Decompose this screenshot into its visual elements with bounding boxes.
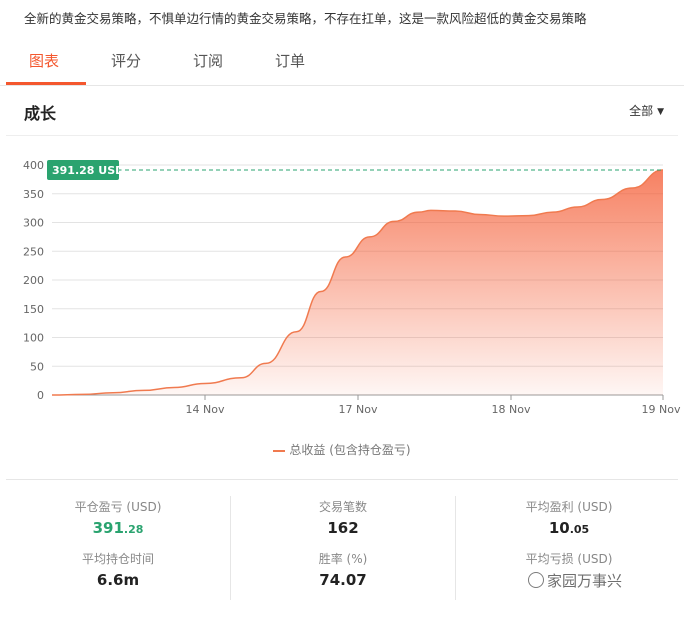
active-tab-indicator: [6, 82, 86, 85]
stat-label: 平均盈利 (USD): [525, 500, 613, 514]
y-tick-label: 50: [30, 360, 44, 373]
legend-swatch: [273, 449, 286, 452]
stat-win-rate: 胜率 (%) 74.07: [253, 550, 433, 589]
stat-label: 平均持仓时间: [81, 552, 154, 566]
range-dropdown-label: 全部: [629, 104, 654, 118]
y-tick-label: 300: [23, 217, 44, 230]
current-value-label: 391.28 USD: [52, 164, 124, 177]
x-tick-label: 14 Nov: [186, 403, 225, 416]
chart-legend[interactable]: 总收益 (包含持仓盈亏): [0, 441, 684, 458]
stat-avg-profit: 平均盈利 (USD) 10.05: [479, 498, 659, 537]
stat-trade-count: 交易笔数 162: [253, 498, 433, 537]
x-tick-label: 19 Nov: [642, 403, 681, 416]
divider: [455, 496, 456, 600]
range-dropdown[interactable]: 全部 ▼: [629, 102, 664, 119]
stat-avg-loss: 平均亏损 (USD): [479, 550, 659, 571]
tab-rating[interactable]: 评分: [111, 50, 141, 71]
y-tick-label: 150: [23, 303, 44, 316]
divider: [230, 496, 231, 600]
stat-closed-pnl: 平仓盈亏 (USD) 391.28: [28, 498, 208, 537]
watermark-text: 家园万事兴: [547, 572, 623, 590]
stat-value: 6.6m: [96, 571, 140, 589]
series-area: [52, 170, 663, 395]
y-tick-label: 200: [23, 274, 44, 287]
current-value-badge: 391.28 USD: [47, 160, 124, 181]
stat-label: 交易笔数: [318, 500, 367, 514]
stat-value: 162: [327, 519, 359, 537]
watermark: 家园万事兴: [528, 570, 622, 591]
y-tick-label: 100: [23, 332, 44, 345]
tab-subscribe[interactable]: 订阅: [193, 50, 223, 71]
section-title: 成长: [24, 104, 57, 123]
stat-label: 平均亏损 (USD): [525, 552, 613, 566]
stat-label: 胜率 (%): [318, 552, 368, 566]
y-tick-label: 350: [23, 188, 44, 201]
tab-chart[interactable]: 图表: [29, 50, 59, 71]
y-tick-label: 400: [23, 159, 44, 172]
legend-label: 总收益 (包含持仓盈亏): [289, 443, 411, 457]
stat-value: 74.07: [319, 571, 367, 589]
divider: [6, 479, 678, 480]
stat-value: 10.05: [548, 519, 590, 537]
divider: [6, 135, 678, 136]
tab-orders[interactable]: 订单: [275, 50, 305, 71]
stat-value: 391.28: [92, 519, 144, 537]
y-tick-label: 0: [37, 389, 44, 402]
strategy-description: 全新的黄金交易策略，不惧单边行情的黄金交易策略，不存在扛单，这是一款风险超低的黄…: [24, 11, 587, 26]
stat-label: 平仓盈亏 (USD): [74, 500, 162, 514]
wechat-icon: [528, 572, 544, 588]
stat-avg-hold-time: 平均持仓时间 6.6m: [28, 550, 208, 589]
growth-chart-svg: 0 50 100 150 200 250 300 350 400 14 Nov 17 Nov 18 …: [23, 159, 681, 416]
growth-chart: 0 50 100 150 200 250 300 350 400 14 Nov 17 Nov 18 …: [0, 140, 684, 470]
caret-down-icon: ▼: [657, 107, 664, 117]
tab-bar: 图表 评分 订阅 订单: [0, 40, 684, 86]
x-tick-label: 17 Nov: [339, 403, 378, 416]
x-tick-label: 18 Nov: [492, 403, 531, 416]
y-tick-label: 250: [23, 245, 44, 258]
